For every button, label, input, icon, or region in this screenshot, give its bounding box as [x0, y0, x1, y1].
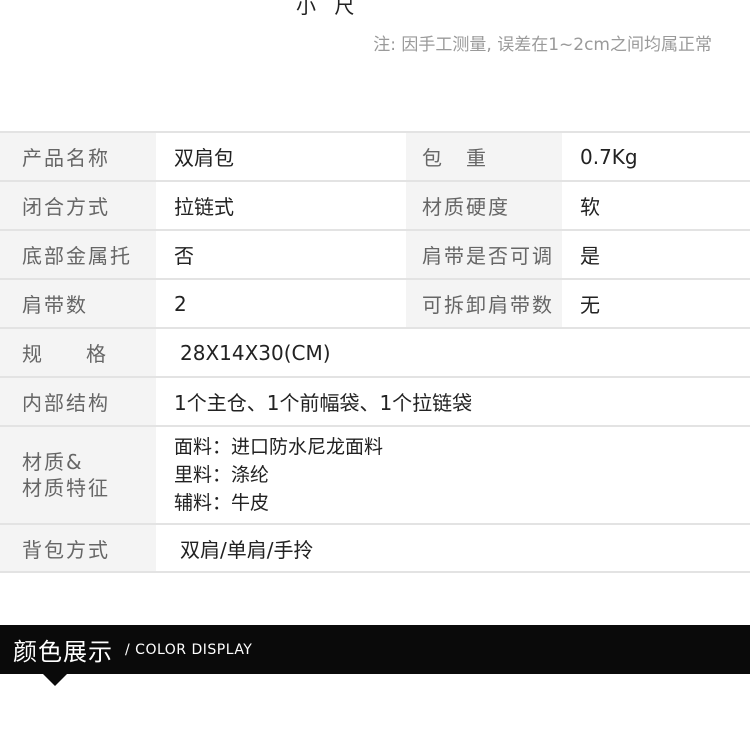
top-heading-fragment: 小 尺 [296, 0, 361, 18]
bottom-metal-label: 底部金属托 [0, 231, 156, 278]
color-display-title: 颜色展示 [13, 638, 113, 666]
material-label: 材质& 材质特征 [0, 427, 156, 523]
inner-structure-value: 1个主仓、1个前幅袋、1个拉链袋 [156, 378, 750, 425]
spec-row: 闭合方式 拉链式 材质硬度 软 [0, 182, 750, 231]
material-hardness-value: 软 [562, 182, 750, 229]
size-value: 28X14X30(CM) [156, 329, 750, 376]
material-label-line2: 材质特征 [22, 476, 110, 500]
color-display-subtitle: / COLOR DISPLAY [125, 641, 253, 658]
measurement-note: 注: 因手工测量, 误差在1~2cm之间均属正常 [373, 35, 712, 55]
inner-structure-label: 内部结构 [0, 378, 156, 425]
carry-label: 背包方式 [0, 525, 156, 571]
material-value: 面料：进口防水尼龙面料 里料：涤纶 辅料：牛皮 [156, 427, 750, 523]
detachable-strap-value: 无 [562, 280, 750, 327]
closure-value: 拉链式 [156, 182, 406, 229]
material-hardness-label: 材质硬度 [406, 182, 562, 229]
weight-label: 包 重 [406, 133, 562, 180]
weight-value: 0.7Kg [562, 133, 750, 180]
material-accessory-line: 辅料：牛皮 [174, 492, 270, 514]
spec-row: 规 格 28X14X30(CM) [0, 329, 750, 378]
spec-row: 内部结构 1个主仓、1个前幅袋、1个拉链袋 [0, 378, 750, 427]
strap-adjustable-label: 肩带是否可调 [406, 231, 562, 278]
spec-row: 底部金属托 否 肩带是否可调 是 [0, 231, 750, 280]
product-name-value: 双肩包 [156, 133, 406, 180]
detachable-strap-label: 可拆卸肩带数 [406, 280, 562, 327]
material-shell-line: 面料：进口防水尼龙面料 [174, 436, 384, 458]
material-label-line1: 材质& [22, 450, 84, 474]
spec-table: 产品名称 双肩包 包 重 0.7Kg 闭合方式 拉链式 材质硬度 软 底部金属托… [0, 131, 750, 573]
strap-count-label: 肩带数 [0, 280, 156, 327]
banner-pointer-triangle [43, 674, 67, 686]
spec-row: 肩带数 2 可拆卸肩带数 无 [0, 280, 750, 329]
closure-label: 闭合方式 [0, 182, 156, 229]
spec-row: 材质& 材质特征 面料：进口防水尼龙面料 里料：涤纶 辅料：牛皮 [0, 427, 750, 525]
product-name-label: 产品名称 [0, 133, 156, 180]
carry-value: 双肩/单肩/手拎 [156, 525, 750, 571]
material-lining-line: 里料：涤纶 [174, 464, 270, 486]
size-label: 规 格 [0, 329, 156, 376]
strap-count-value: 2 [156, 280, 406, 327]
strap-adjustable-value: 是 [562, 231, 750, 278]
color-display-banner: 颜色展示 / COLOR DISPLAY [0, 625, 750, 674]
spec-row: 产品名称 双肩包 包 重 0.7Kg [0, 133, 750, 182]
bottom-metal-value: 否 [156, 231, 406, 278]
spec-row: 背包方式 双肩/单肩/手拎 [0, 525, 750, 573]
